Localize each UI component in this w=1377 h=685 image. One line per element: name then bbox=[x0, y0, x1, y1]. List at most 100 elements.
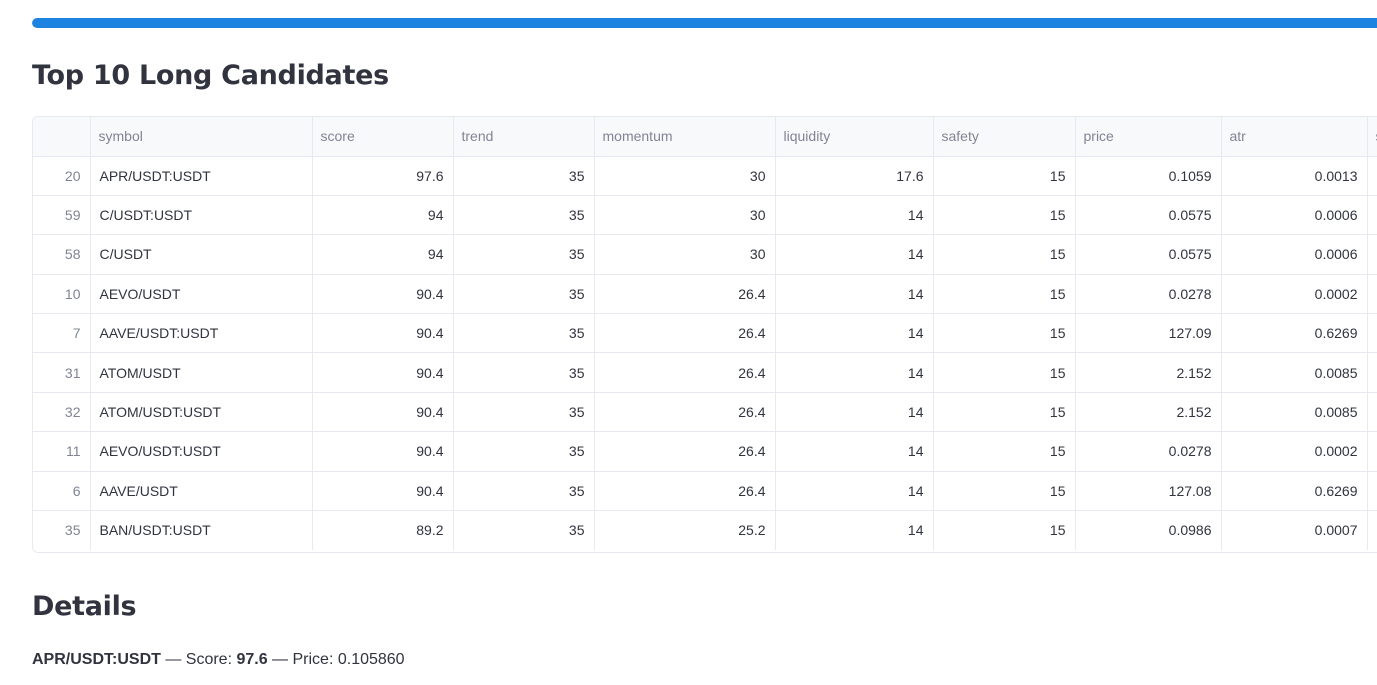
cell-safety[interactable]: 15 bbox=[933, 510, 1076, 550]
cell-symbol[interactable]: BAN/USDT:USDT bbox=[90, 510, 313, 550]
cell-liquidity[interactable]: 14 bbox=[775, 392, 934, 433]
cell-trend[interactable]: 35 bbox=[453, 156, 595, 196]
column-header-atr[interactable]: atr bbox=[1221, 117, 1368, 157]
cell-symbol[interactable]: C/USDT bbox=[90, 234, 313, 275]
cell-s[interactable] bbox=[1367, 510, 1377, 550]
cell-s[interactable] bbox=[1367, 195, 1377, 236]
cell-atr[interactable]: 0.0006 bbox=[1221, 195, 1368, 236]
cell-trend[interactable]: 35 bbox=[453, 471, 595, 512]
cell-liquidity[interactable]: 14 bbox=[775, 313, 934, 354]
cell-momentum[interactable]: 26.4 bbox=[594, 392, 776, 433]
row-index-cell[interactable]: 59 bbox=[33, 195, 91, 236]
row-index-cell[interactable]: 31 bbox=[33, 352, 91, 393]
cell-symbol[interactable]: AEVO/USDT:USDT bbox=[90, 431, 313, 472]
cell-safety[interactable]: 15 bbox=[933, 234, 1076, 275]
row-index-cell[interactable]: 11 bbox=[33, 431, 91, 472]
row-index-cell[interactable]: 6 bbox=[33, 471, 91, 512]
cell-price[interactable]: 0.0278 bbox=[1075, 431, 1222, 472]
cell-liquidity[interactable]: 14 bbox=[775, 195, 934, 236]
cell-s[interactable] bbox=[1367, 431, 1377, 472]
table-row[interactable]: 59 C/USDT:USDT 94 35 30 14 15 0.0575 0.0006 bbox=[33, 195, 1377, 236]
table-row[interactable]: 20 APR/USDT:USDT 97.6 35 30 17.6 15 0.1059 0.001… bbox=[33, 156, 1377, 196]
cell-score[interactable]: 97.6 bbox=[312, 156, 454, 196]
column-header-price[interactable]: price bbox=[1075, 117, 1222, 157]
table-row[interactable]: 58 C/USDT 94 35 30 14 15 0.0575 0.0006 bbox=[33, 234, 1377, 275]
column-header-symbol[interactable]: symbol bbox=[90, 117, 313, 157]
row-index-cell[interactable]: 7 bbox=[33, 313, 91, 354]
cell-liquidity[interactable]: 14 bbox=[775, 274, 934, 315]
cell-momentum[interactable]: 26.4 bbox=[594, 431, 776, 472]
cell-safety[interactable]: 15 bbox=[933, 195, 1076, 236]
cell-momentum[interactable]: 30 bbox=[594, 156, 776, 196]
cell-atr[interactable]: 0.0085 bbox=[1221, 352, 1368, 393]
cell-trend[interactable]: 35 bbox=[453, 352, 595, 393]
cell-score[interactable]: 94 bbox=[312, 234, 454, 275]
table-row[interactable]: 31 ATOM/USDT 90.4 35 26.4 14 15 2.152 0.0085 bbox=[33, 352, 1377, 393]
column-header-liquidity[interactable]: liquidity bbox=[775, 117, 934, 157]
table-row[interactable]: 6 AAVE/USDT 90.4 35 26.4 14 15 127.08 0.6269 bbox=[33, 471, 1377, 512]
cell-score[interactable]: 90.4 bbox=[312, 431, 454, 472]
column-header-safety[interactable]: safety bbox=[933, 117, 1076, 157]
cell-score[interactable]: 90.4 bbox=[312, 274, 454, 315]
row-index-cell[interactable]: 20 bbox=[33, 156, 91, 196]
cell-s[interactable] bbox=[1367, 352, 1377, 393]
cell-price[interactable]: 0.0278 bbox=[1075, 274, 1222, 315]
cell-atr[interactable]: 0.0006 bbox=[1221, 234, 1368, 275]
cell-atr[interactable]: 0.6269 bbox=[1221, 471, 1368, 512]
cell-safety[interactable]: 15 bbox=[933, 431, 1076, 472]
cell-atr[interactable]: 0.0013 bbox=[1221, 156, 1368, 196]
cell-trend[interactable]: 35 bbox=[453, 234, 595, 275]
cell-symbol[interactable]: AEVO/USDT bbox=[90, 274, 313, 315]
cell-trend[interactable]: 35 bbox=[453, 195, 595, 236]
cell-symbol[interactable]: ATOM/USDT:USDT bbox=[90, 392, 313, 433]
cell-atr[interactable]: 0.6269 bbox=[1221, 313, 1368, 354]
table-row[interactable]: 7 AAVE/USDT:USDT 90.4 35 26.4 14 15 127.09 0.626… bbox=[33, 313, 1377, 354]
cell-atr[interactable]: 0.0002 bbox=[1221, 431, 1368, 472]
cell-liquidity[interactable]: 14 bbox=[775, 352, 934, 393]
cell-score[interactable]: 94 bbox=[312, 195, 454, 236]
cell-momentum[interactable]: 26.4 bbox=[594, 313, 776, 354]
cell-symbol[interactable]: C/USDT:USDT bbox=[90, 195, 313, 236]
candidates-table[interactable]: symbol score trend momentum liquidity safety p… bbox=[32, 116, 1377, 553]
column-header-momentum[interactable]: momentum bbox=[594, 117, 776, 157]
cell-trend[interactable]: 35 bbox=[453, 274, 595, 315]
cell-symbol[interactable]: ATOM/USDT bbox=[90, 352, 313, 393]
cell-safety[interactable]: 15 bbox=[933, 156, 1076, 196]
cell-liquidity[interactable]: 17.6 bbox=[775, 156, 934, 196]
cell-price[interactable]: 127.09 bbox=[1075, 313, 1222, 354]
cell-s[interactable] bbox=[1367, 313, 1377, 354]
cell-atr[interactable]: 0.0085 bbox=[1221, 392, 1368, 433]
cell-price[interactable]: 2.152 bbox=[1075, 352, 1222, 393]
row-index-cell[interactable]: 35 bbox=[33, 510, 91, 550]
cell-atr[interactable]: 0.0002 bbox=[1221, 274, 1368, 315]
cell-liquidity[interactable]: 14 bbox=[775, 234, 934, 275]
cell-safety[interactable]: 15 bbox=[933, 392, 1076, 433]
row-index-cell[interactable]: 32 bbox=[33, 392, 91, 433]
cell-momentum[interactable]: 26.4 bbox=[594, 274, 776, 315]
cell-price[interactable]: 0.0575 bbox=[1075, 195, 1222, 236]
table-row[interactable]: 35 BAN/USDT:USDT 89.2 35 25.2 14 15 0.0986 0.000… bbox=[33, 510, 1377, 550]
table-row[interactable]: 11 AEVO/USDT:USDT 90.4 35 26.4 14 15 0.0278 0.00… bbox=[33, 431, 1377, 472]
cell-price[interactable]: 0.0575 bbox=[1075, 234, 1222, 275]
cell-price[interactable]: 0.1059 bbox=[1075, 156, 1222, 196]
column-header-trend[interactable]: trend bbox=[453, 117, 595, 157]
cell-momentum[interactable]: 26.4 bbox=[594, 352, 776, 393]
cell-score[interactable]: 90.4 bbox=[312, 392, 454, 433]
cell-liquidity[interactable]: 14 bbox=[775, 510, 934, 550]
cell-s[interactable] bbox=[1367, 234, 1377, 275]
column-header-s[interactable]: s bbox=[1367, 117, 1377, 157]
cell-safety[interactable]: 15 bbox=[933, 352, 1076, 393]
cell-trend[interactable]: 35 bbox=[453, 510, 595, 550]
table-row[interactable]: 32 ATOM/USDT:USDT 90.4 35 26.4 14 15 2.152 0.008… bbox=[33, 392, 1377, 433]
cell-trend[interactable]: 35 bbox=[453, 431, 595, 472]
row-index-cell[interactable]: 58 bbox=[33, 234, 91, 275]
cell-momentum[interactable]: 25.2 bbox=[594, 510, 776, 550]
cell-atr[interactable]: 0.0007 bbox=[1221, 510, 1368, 550]
cell-price[interactable]: 2.152 bbox=[1075, 392, 1222, 433]
cell-s[interactable] bbox=[1367, 392, 1377, 433]
cell-momentum[interactable]: 30 bbox=[594, 195, 776, 236]
cell-momentum[interactable]: 30 bbox=[594, 234, 776, 275]
cell-trend[interactable]: 35 bbox=[453, 392, 595, 433]
cell-score[interactable]: 90.4 bbox=[312, 313, 454, 354]
cell-safety[interactable]: 15 bbox=[933, 471, 1076, 512]
